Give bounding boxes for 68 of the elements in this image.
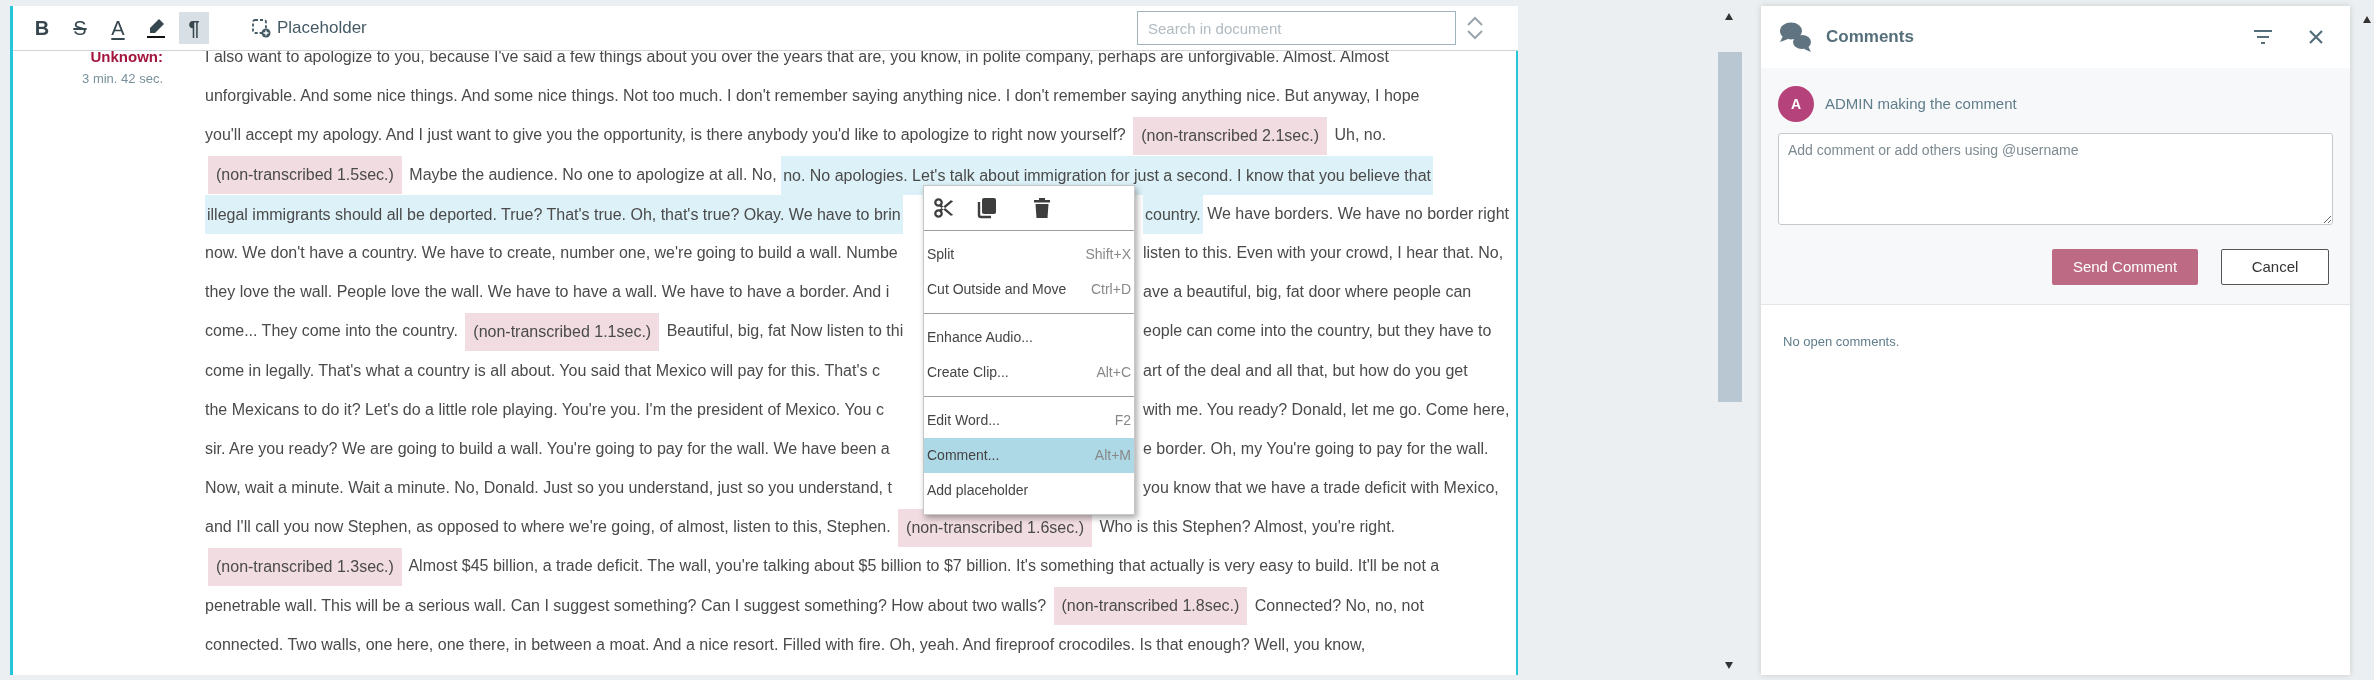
non-transcribed-marker: (non-transcribed 2.1sec.): [1133, 117, 1328, 156]
scroll-up-icon[interactable]: [1724, 12, 1734, 21]
transcript-text: you know that we have a trade deficit with Mexico,: [1143, 479, 1499, 497]
non-transcribed-marker: (non-transcribed 1.3sec.): [208, 548, 402, 587]
transcript-text: We have borders. We have no border right: [1207, 204, 1509, 222]
transcript-text: e border. Oh, my You're going to pay for the wall.: [1143, 439, 1489, 457]
transcript-text: you'll accept my apology. And I just want to give you the opportunity, is there anybody you'd like to apologize to right now yourself?: [205, 126, 1126, 144]
transcript-text: come in legally. That's what a country is all about. You said that Mexico will pay for this. That's c: [205, 361, 880, 379]
non-transcribed-marker: (non-transcribed 1.1sec.): [465, 313, 660, 352]
transcript-text: sir. Are you ready? We are going to build a wall. You're going to pay for the wall. We have been a: [205, 439, 890, 457]
transcript-text: Who is this Stephen? Almost, you're right.: [1099, 518, 1396, 536]
menu-item[interactable]: Edit Word... F2: [924, 403, 1134, 438]
send-comment-button[interactable]: Send Comment: [2052, 249, 2198, 285]
transcript-text: Connected? No, no, not: [1254, 596, 1424, 614]
avatar: A: [1778, 86, 1814, 122]
transcript-text: Beautiful, big, fat Now listen to thi: [666, 322, 904, 340]
scissors-icon[interactable]: [933, 197, 955, 219]
filter-icon[interactable]: [2253, 29, 2273, 45]
selected-text: country.: [1143, 195, 1203, 234]
panel-title: Comments: [1826, 26, 1914, 49]
strikethrough-button[interactable]: S: [65, 12, 95, 44]
font-color-button[interactable]: A: [103, 12, 133, 44]
transcript-text: eople can come into the country, but they have to: [1143, 322, 1492, 340]
bold-button[interactable]: B: [27, 12, 57, 44]
speaker-name: Unknown:: [89, 47, 163, 67]
transcript-text: unforgivable. And some nice things. And some nice things. Not too much. I don't remember saying anything nice. I don't remember saying anything nice. But anyway, I hope: [205, 87, 1420, 105]
scroll-down-icon[interactable]: [1724, 661, 1734, 670]
scroll-up-icon[interactable]: [2363, 15, 2371, 24]
menu-item[interactable]: Create Clip... Alt+C: [924, 355, 1134, 390]
transcript-text: ave a beautiful, big, fat door where people can: [1143, 283, 1472, 301]
transcript-text: the Mexicans to do it? Let's do a little role playing. You're you. I'm the president of Mexico. You c: [205, 400, 884, 418]
placeholder-icon: [251, 18, 271, 38]
transcript-text: come... They come into the country.: [205, 322, 458, 340]
menu-item[interactable]: Add placeholder: [924, 473, 1134, 508]
transcript-text: listen to this. Even with your crowd, I hear that. No,: [1143, 243, 1504, 261]
paragraph-marks-button[interactable]: ¶: [179, 12, 209, 44]
transcript-text: Maybe the audience. No one to apologize at all. No,: [409, 165, 777, 183]
non-transcribed-marker: (non-transcribed 1.5sec.): [208, 156, 402, 195]
menu-item[interactable]: Split Shift+X: [924, 237, 1134, 272]
scrollbar-thumb[interactable]: [1718, 52, 1742, 402]
close-icon[interactable]: [2308, 29, 2324, 45]
transcript-text: now. We don't have a country. We have to create, number one, we're going to build a wall. Numbe: [205, 243, 898, 261]
copy-icon[interactable]: [977, 197, 997, 219]
empty-message: No open comments.: [1783, 334, 1900, 349]
menu-item[interactable]: Enhance Audio...: [924, 320, 1134, 355]
transcript-text: they love the wall. People love the wall. We have to have a wall. We have to have a border. And i: [205, 283, 890, 301]
comment-input[interactable]: Add comment or add others using @username: [1778, 133, 2333, 225]
search-field[interactable]: Search in document: [1137, 11, 1456, 45]
author-label: ADMIN making the comment: [1825, 93, 2017, 114]
highlighter-icon: [145, 17, 167, 39]
placeholder-button[interactable]: Placeholder: [251, 15, 367, 41]
menu-item[interactable]: Comment... Alt+M: [924, 438, 1134, 473]
trash-icon[interactable]: [1033, 197, 1051, 219]
selected-text: no. No apologies. Let's talk about immigration for just a second. I know that you believe that: [781, 155, 1433, 195]
transcript-text: Almost $45 billion, a trade deficit. The wall, you're talking about $5 billion to $7 billion. It's something that actually is very easy to build. It'll be not a: [408, 557, 1440, 575]
speech-bubbles-icon: [1779, 21, 1813, 53]
transcript-text: penetrable wall. This will be a serious wall. Can I suggest something? Can I suggest something? How about two walls?: [205, 596, 1047, 614]
transcript-text: Uh, no.: [1334, 126, 1387, 144]
transcript-text: connected. Two walls, one here, one there, in between a moat. And a nice resort. Filled with fire. Oh, yeah. And fireproof crocodiles. Is that enough? Well, you know,: [205, 635, 1366, 653]
non-transcribed-marker: (non-transcribed 1.8sec.): [1053, 587, 1248, 626]
transcript-text: with me. You ready? Donald, let me go. Come here,: [1143, 400, 1510, 418]
cancel-button[interactable]: Cancel: [2221, 249, 2329, 285]
transcript-text: art of the deal and all that, but how do you get: [1143, 361, 1468, 379]
selected-text: illegal immigrants should all be deported. True? That's true. Oh, that's true? Okay. We have to brin: [205, 195, 903, 234]
transcript-text: Now, wait a minute. Wait a minute. No, Donald. Just so you understand, just so you understand, t: [205, 479, 892, 497]
speaker-duration: 3 min. 42 sec.: [81, 70, 163, 88]
transcript-text: and I'll call you now Stephen, as opposed to where we're going, of almost, listen to this, Stephen.: [205, 518, 891, 536]
menu-item[interactable]: Cut Outside and Move Ctrl+D: [924, 272, 1134, 307]
